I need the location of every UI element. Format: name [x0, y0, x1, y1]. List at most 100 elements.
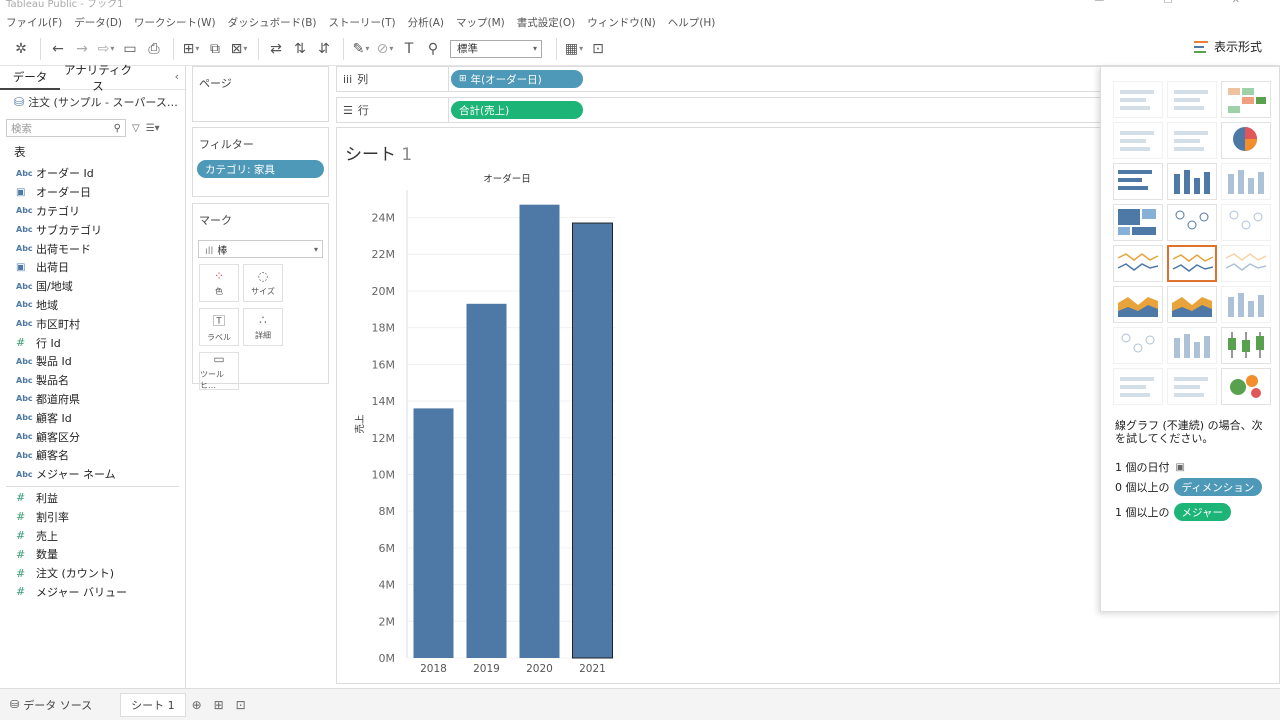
datasource-tab[interactable]: ⛁ データ ソース [0, 692, 102, 718]
field-item[interactable]: Abc メジャー ネーム [0, 465, 185, 484]
field-item[interactable]: Abc 顧客名 [0, 446, 185, 465]
chart-type-line-continuous-icon[interactable] [1113, 245, 1163, 282]
forward-arrow-icon[interactable]: → [71, 38, 93, 60]
chart-type-treemap-icon[interactable] [1113, 204, 1163, 241]
window-controls[interactable]: — ☐ ✕ [1094, 0, 1268, 6]
chart-type-dual-combination-icon[interactable] [1221, 286, 1271, 323]
new-worksheet-icon[interactable]: ⊞ [180, 38, 202, 60]
field-item[interactable]: Abc 地域 [0, 296, 185, 315]
sort-descending-icon[interactable]: ⇵ [313, 38, 335, 60]
menu-file[interactable]: ファイル(F) [6, 15, 62, 30]
group-members-icon[interactable]: ⊘ [374, 38, 396, 60]
menu-dashboard[interactable]: ダッシュボード(B) [228, 15, 317, 30]
chart-type-area-discrete-icon[interactable] [1167, 286, 1217, 323]
new-story-icon[interactable]: ⊡ [230, 698, 252, 712]
field-item[interactable]: ▣ 出荷日 [0, 258, 185, 277]
field-item[interactable]: # 利益 [0, 489, 185, 508]
show-cards-icon[interactable]: ▦ [563, 38, 585, 60]
columns-pill[interactable]: ⊞ 年(オーダー日) [451, 70, 583, 88]
show-mark-labels-icon[interactable]: T [398, 38, 420, 60]
field-item[interactable]: Abc 顧客 Id [0, 408, 185, 427]
field-item[interactable]: Abc 出荷モード [0, 239, 185, 258]
chart-type-pie-chart-icon[interactable] [1221, 122, 1271, 159]
field-item[interactable]: Abc 顧客区分 [0, 427, 185, 446]
field-item[interactable]: Abc 市区町村 [0, 314, 185, 333]
presentation-mode-icon[interactable]: ⊡ [587, 38, 609, 60]
detail-button[interactable]: ∴ 詳細 [243, 308, 283, 346]
chart-type-bullet-icon[interactable] [1167, 368, 1217, 405]
field-item[interactable]: # 数量 [0, 545, 185, 564]
view-options-icon[interactable]: ☰▾ [146, 123, 160, 134]
swap-rows-columns-icon[interactable]: ⇄ [265, 38, 287, 60]
chart-type-symbol-map-icon[interactable] [1113, 122, 1163, 159]
chart-type-horizontal-bars-icon[interactable] [1113, 163, 1163, 200]
field-item[interactable]: ▣ オーダー日 [0, 183, 185, 202]
chart-type-side-by-side-circles-icon[interactable] [1221, 204, 1271, 241]
sheet1-tab[interactable]: シート 1 [120, 692, 186, 717]
new-dashboard-icon[interactable]: ⊞ [208, 698, 230, 712]
label-button[interactable]: 🅃 ラベル [199, 308, 239, 346]
collapse-pane-icon[interactable]: ‹ [175, 70, 179, 83]
menu-format[interactable]: 書式設定(O) [517, 15, 575, 30]
fit-select[interactable]: 標準 ▾ [450, 39, 542, 58]
menu-data[interactable]: データ(D) [74, 15, 122, 30]
clear-sheet-icon[interactable]: ⊠ [228, 38, 250, 60]
field-item[interactable]: Abc サブカテゴリ [0, 220, 185, 239]
chart-type-area-continuous-icon[interactable] [1113, 286, 1163, 323]
menu-worksheet[interactable]: ワークシート(W) [134, 15, 216, 30]
chart-type-highlight-table-icon[interactable] [1221, 81, 1271, 118]
field-item[interactable]: # 行 Id [0, 333, 185, 352]
chart-type-side-by-side-bars-icon[interactable] [1221, 163, 1271, 200]
color-button[interactable]: ⁘ 色 [199, 264, 239, 302]
tab-data[interactable]: データ [0, 66, 60, 90]
chart-type-circle-view-icon[interactable] [1167, 204, 1217, 241]
pages-card[interactable]: ページ [192, 66, 329, 122]
field-item[interactable]: # 割引率 [0, 507, 185, 526]
field-item[interactable]: Abc 都道府県 [0, 390, 185, 409]
show-me-button[interactable]: 表示形式 [1193, 38, 1262, 55]
datasource-item[interactable]: ⛁ 注文 (サンプル - スーパース… [0, 90, 185, 114]
chart-type-gantt-icon[interactable] [1113, 368, 1163, 405]
chart-type-text-table-icon[interactable] [1113, 81, 1163, 118]
fix-axes-icon[interactable]: ⚲ [422, 38, 444, 60]
chart-type-dual-lines-icon[interactable] [1221, 245, 1271, 282]
menu-map[interactable]: マップ(M) [456, 15, 505, 30]
tooltip-button[interactable]: ▭ ツールヒ… [199, 352, 239, 390]
mark-type-select[interactable]: ıll 棒 ▾ [198, 240, 323, 258]
add-datasource-icon[interactable]: ⎙ [143, 38, 165, 60]
highlight-icon[interactable]: ✎ [350, 38, 372, 60]
field-item[interactable]: Abc オーダー Id [0, 164, 185, 183]
chart-type-box-whisker-icon[interactable] [1221, 327, 1271, 364]
field-item[interactable]: Abc 国/地域 [0, 277, 185, 296]
filters-card[interactable]: フィルター カテゴリ: 家具 [192, 127, 329, 197]
chart-type-scatter-plot-icon[interactable] [1113, 327, 1163, 364]
field-item[interactable]: # メジャー バリュー [0, 583, 185, 602]
field-item[interactable]: # 注文 (カウント) [0, 564, 185, 583]
new-worksheet-icon[interactable]: ⊕ [186, 698, 208, 712]
chart-type-filled-map-icon[interactable] [1167, 122, 1217, 159]
filter-icon[interactable]: ▽ [132, 123, 140, 134]
chart-type-stacked-bars-icon[interactable] [1167, 163, 1217, 200]
menu-analysis[interactable]: 分析(A) [408, 15, 444, 30]
chart-type-line-discrete-icon[interactable] [1167, 245, 1217, 282]
search-input[interactable]: 検索 ⚲ [6, 119, 126, 137]
size-button[interactable]: ◌ サイズ [243, 264, 283, 302]
menu-help[interactable]: ヘルプ(H) [668, 15, 716, 30]
menu-window[interactable]: ウィンドウ(N) [587, 15, 656, 30]
field-item[interactable]: Abc 製品 Id [0, 352, 185, 371]
tableau-logo-icon[interactable]: ✲ [10, 38, 32, 60]
field-item[interactable]: # 売上 [0, 526, 185, 545]
sort-ascending-icon[interactable]: ⇅ [289, 38, 311, 60]
chart-type-histogram-icon[interactable] [1167, 327, 1217, 364]
chart-type-heat-map-icon[interactable] [1167, 81, 1217, 118]
back-arrow-icon[interactable]: ← [47, 38, 69, 60]
tab-analytics[interactable]: アナリティクス [60, 62, 136, 94]
save-icon[interactable]: ▭ [119, 38, 141, 60]
redo-icon[interactable]: ⇨ [95, 38, 117, 60]
duplicate-sheet-icon[interactable]: ⧉ [204, 38, 226, 60]
field-item[interactable]: Abc カテゴリ [0, 202, 185, 221]
filter-pill[interactable]: カテゴリ: 家具 [197, 160, 324, 178]
menu-story[interactable]: ストーリー(T) [329, 15, 396, 30]
rows-pill[interactable]: 合計(売上) [451, 101, 583, 119]
field-item[interactable]: Abc 製品名 [0, 371, 185, 390]
